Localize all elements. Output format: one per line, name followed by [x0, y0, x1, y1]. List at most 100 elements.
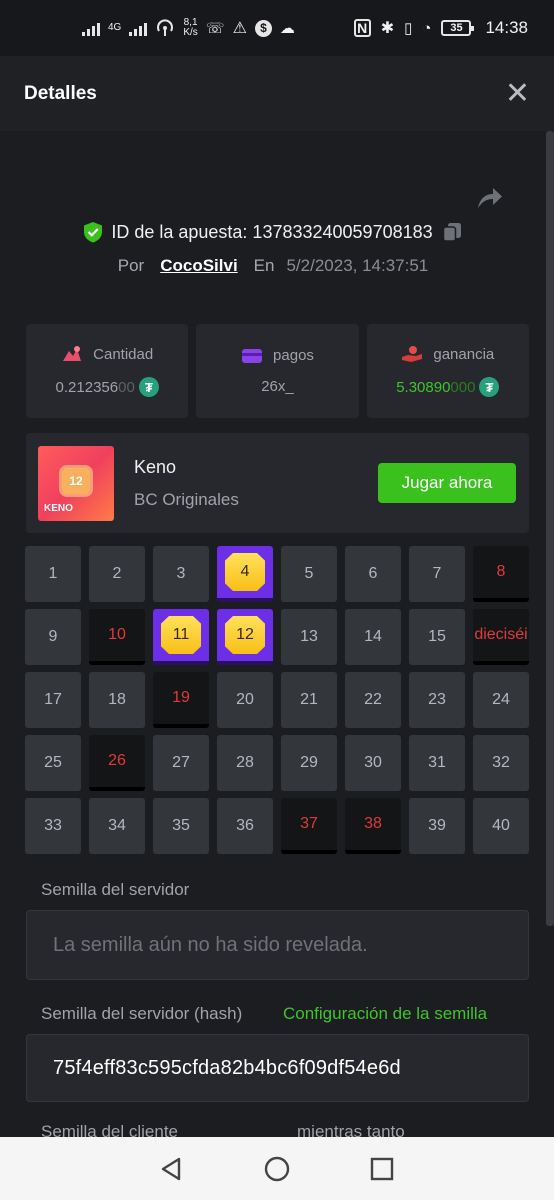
dollar-icon: $ — [254, 19, 272, 37]
stat-payout-main: 26x_ — [261, 378, 294, 395]
keno-cell: 17 — [25, 672, 81, 728]
keno-hit-gem: 4 — [225, 553, 265, 591]
bet-id-row: ID de la apuesta: 137833240059708183 — [0, 221, 546, 243]
page-title: Detalles — [24, 82, 97, 104]
hand-coin-icon — [402, 346, 423, 362]
keno-cell: 13 — [281, 609, 337, 665]
scrollbar[interactable] — [546, 131, 554, 926]
keno-cell: 11 — [153, 609, 209, 665]
keno-cell: 3 — [153, 546, 209, 602]
wallet-icon — [242, 348, 263, 363]
hotspot-icon — [157, 19, 174, 36]
signal-icon-2 — [129, 20, 148, 36]
keno-cell: 7 — [409, 546, 465, 602]
stat-amount-head: Cantidad — [61, 345, 153, 363]
seed-config-link[interactable]: Configuración de la semilla — [283, 1004, 487, 1024]
status-left-icons: 4G 8,1 K/s ☏ ⚠ $ ☁ — [80, 18, 295, 38]
keno-cell: 35 — [153, 798, 209, 854]
keno-thumbnail[interactable]: 12 KENO — [38, 446, 114, 521]
vibrate-icon: ▯ — [404, 20, 413, 37]
status-bar: 4G 8,1 K/s ☏ ⚠ $ ☁ N ✱ ▯ ◔ 35 14:38 — [0, 0, 554, 56]
missed-call-icon: ☏ — [205, 20, 225, 37]
keno-cell: 21 — [281, 672, 337, 728]
stat-profit-main: 5.30890 — [396, 378, 451, 396]
play-now-button[interactable]: Jugar ahora — [378, 463, 516, 503]
network-type: 4G — [108, 22, 122, 33]
net-speed-unit: K/s — [183, 27, 198, 38]
speedometer-icon: ◔ — [422, 19, 432, 37]
keno-cell: 23 — [409, 672, 465, 728]
stat-profit: ganancia 5.30890 000 ₮ — [366, 324, 529, 418]
nonce-label: mientras tanto — [297, 1122, 405, 1137]
keno-cell: 26 — [89, 735, 145, 791]
details-content: ID de la apuesta: 137833240059708183 Por… — [0, 131, 546, 1137]
details-header: Detalles ✕ — [0, 56, 554, 131]
stat-amount-dim: 00 — [118, 378, 135, 396]
keno-cell: 25 — [25, 735, 81, 791]
stat-profit-dim: 000 — [450, 378, 476, 396]
verified-shield-icon — [84, 222, 103, 243]
warning-icon: ⚠ — [232, 20, 247, 37]
keno-cell: 8 — [473, 546, 529, 602]
home-icon[interactable] — [262, 1154, 292, 1184]
back-icon[interactable] — [157, 1154, 187, 1184]
keno-cell: 9 — [25, 609, 81, 665]
keno-cell: 34 — [89, 798, 145, 854]
stat-amount-label: Cantidad — [93, 345, 154, 363]
close-icon[interactable]: ✕ — [505, 78, 530, 109]
keno-cell: 39 — [409, 798, 465, 854]
bet-id: ID de la apuesta: 137833240059708183 — [111, 221, 433, 242]
game-card: 12 KENO Keno BC Originales Jugar ahora — [26, 433, 529, 533]
server-hash-value: 75f4eff83c595cfda82b4bc6f09df54e6d — [53, 1056, 401, 1079]
keno-cell: 10 — [89, 609, 145, 665]
keno-grid: 1 2 3 4 5 6 7 8 9 10 11 12 13 14 15 dieciséi 17 18 19 20 21 2… — [25, 546, 530, 854]
share-icon[interactable] — [474, 183, 504, 213]
clock: 14:38 — [485, 18, 528, 37]
stat-payout: pagos 26x_ — [196, 324, 359, 418]
stat-payout-value: 26x_ — [261, 378, 294, 395]
battery-icon: 35 — [441, 20, 475, 36]
keno-cell: 27 — [153, 735, 209, 791]
keno-cell: 19 — [153, 672, 209, 728]
keno-cell: 40 — [473, 798, 529, 854]
stat-profit-head: ganancia — [401, 345, 494, 363]
keno-cell: 18 — [89, 672, 145, 728]
server-hash-field[interactable]: 75f4eff83c595cfda82b4bc6f09df54e6d — [26, 1034, 529, 1102]
keno-cell: 6 — [345, 546, 401, 602]
thumb-label: KENO — [44, 503, 73, 514]
stat-amount: Cantidad 0.212356 00 ₮ — [26, 324, 189, 418]
keno-cell: 24 — [473, 672, 529, 728]
keno-cell: 36 — [217, 798, 273, 854]
copy-icon[interactable] — [441, 221, 463, 243]
keno-cell: 33 — [25, 798, 81, 854]
bet-stats: Cantidad 0.212356 00 ₮ pagos 26x_ gananci… — [26, 324, 529, 418]
on-label: En — [253, 256, 275, 275]
server-seed-label: Semilla del servidor — [41, 880, 190, 899]
stat-amount-main: 0.212356 — [55, 378, 119, 396]
keno-cell: 5 — [281, 546, 337, 602]
keno-hit-gem: 11 — [161, 616, 201, 654]
stat-payout-head: pagos — [241, 347, 314, 364]
by-label: Por — [117, 256, 145, 275]
keno-cell: 30 — [345, 735, 401, 791]
nfc-icon: N — [353, 19, 371, 37]
server-hash-label: Semilla del servidor (hash) — [41, 1004, 243, 1023]
client-seed-label: Semilla del cliente — [41, 1122, 179, 1137]
keno-cell: 2 — [89, 546, 145, 602]
tether-icon: ₮ — [138, 377, 159, 397]
username-link[interactable]: CocoSilvi — [160, 256, 237, 276]
game-name: Keno — [134, 457, 177, 477]
signal-icon — [82, 20, 100, 36]
stat-profit-label: ganancia — [433, 345, 495, 363]
keno-cell: 12 — [217, 609, 273, 665]
recents-icon[interactable] — [367, 1154, 397, 1184]
keno-cell: 15 — [409, 609, 465, 665]
keno-cell: 4 — [217, 546, 273, 602]
tether-icon: ₮ — [479, 377, 500, 397]
keno-cell: 22 — [345, 672, 401, 728]
android-nav-bar — [0, 1137, 554, 1200]
stat-amount-value: 0.212356 00 ₮ — [56, 377, 159, 397]
net-speed: 8,1 K/s — [183, 18, 197, 38]
keno-cell: 1 — [25, 546, 81, 602]
bet-byline: Por CocoSilvi En 5/2/2023, 14:37:51 — [0, 256, 546, 276]
